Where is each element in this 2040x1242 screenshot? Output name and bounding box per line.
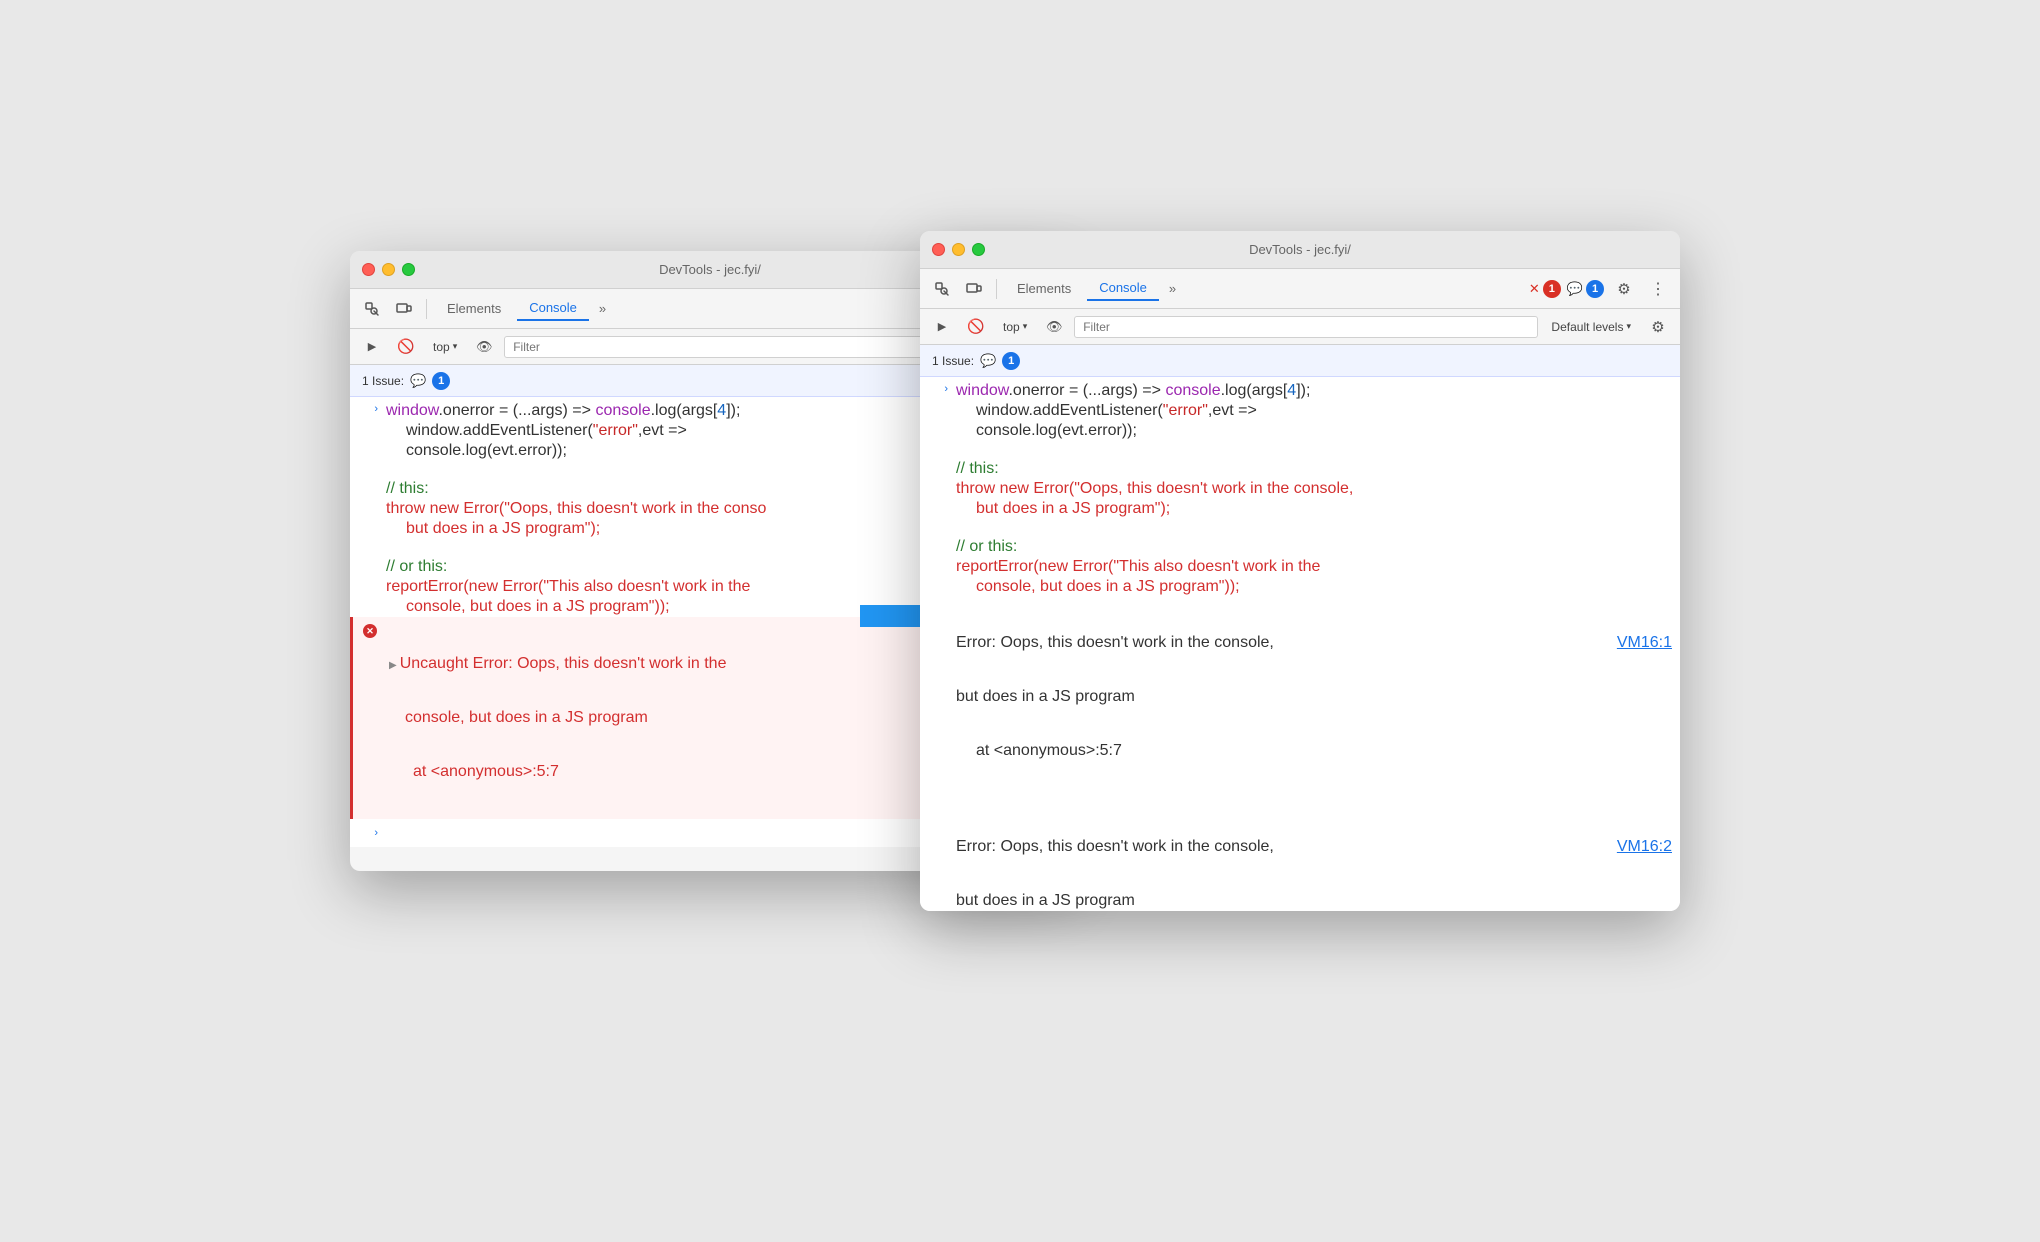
tab-console-front[interactable]: Console — [1087, 276, 1159, 301]
console-body-front: › window.onerror = (...args) => console.… — [920, 377, 1680, 911]
error-count-badge-front: 1 — [1543, 280, 1561, 298]
vm16-1-link[interactable]: VM16:1 — [1617, 634, 1680, 652]
error-badge-group-front: ✕ 1 — [1529, 280, 1561, 298]
console-line-f9: console, but does in a JS program")); — [920, 577, 1680, 597]
close-button[interactable] — [362, 263, 375, 276]
top-dropdown-back[interactable]: top ▾ — [426, 336, 464, 358]
settings-icon-front[interactable]: ⚙ — [1610, 275, 1638, 303]
console-line-f3: console.log(evt.error)); — [920, 421, 1680, 441]
error-x-icon: ✕ — [1529, 281, 1540, 297]
tab-more-front[interactable]: » — [1163, 277, 1182, 300]
filter-input-front[interactable] — [1074, 316, 1538, 338]
error-icon: ✕ — [363, 624, 377, 638]
tab-elements-front[interactable]: Elements — [1005, 277, 1083, 300]
toolbar-separator-front — [996, 279, 997, 299]
window-title-front: DevTools - jec.fyi/ — [1249, 242, 1351, 257]
title-bar-front: DevTools - jec.fyi/ — [920, 231, 1680, 269]
issues-count-badge-front: 1 — [1002, 352, 1020, 370]
console-settings-icon[interactable]: ⚙ — [1644, 313, 1672, 341]
console-line-f5: throw new Error("Oops, this doesn't work… — [920, 479, 1680, 499]
console-line-f1: › window.onerror = (...args) => console.… — [920, 381, 1680, 401]
tab-elements[interactable]: Elements — [435, 297, 513, 320]
eye-icon[interactable]: 👁 — [470, 333, 498, 361]
filter-input-back[interactable] — [504, 336, 962, 358]
issue-icon-back: 💬 — [410, 373, 426, 389]
levels-chevron-front: ▾ — [1626, 321, 1631, 332]
console-line-f4: // this: — [920, 459, 1680, 479]
issues-bar-front: 1 Issue: 💬 1 — [920, 345, 1680, 377]
message-badge-group-front: 💬 1 — [1567, 280, 1604, 298]
top-label-back: top — [433, 340, 450, 354]
more-options-icon[interactable]: ⋮ — [1644, 275, 1672, 303]
issues-label-front: 1 Issue: — [932, 354, 974, 368]
eye-icon-front[interactable]: 👁 — [1040, 313, 1068, 341]
toolbar-right-front: ✕ 1 💬 1 ⚙ ⋮ — [1529, 275, 1672, 303]
vm16-2-link[interactable]: VM16:2 — [1617, 838, 1680, 856]
inspector-icon[interactable] — [358, 295, 386, 323]
message-count-badge-front: 1 — [1586, 280, 1604, 298]
chevron-icon: ▾ — [453, 341, 458, 352]
devtools-window-front: DevTools - jec.fyi/ Elements Console » — [920, 231, 1680, 911]
plain-error-row-1: Error: Oops, this doesn't work in the co… — [920, 597, 1680, 797]
minimize-button[interactable] — [382, 263, 395, 276]
main-toolbar-front: Elements Console » ✕ 1 💬 1 ⚙ ⋮ — [920, 269, 1680, 309]
maximize-button-front[interactable] — [972, 243, 985, 256]
top-label-front: top — [1003, 320, 1020, 334]
spacer-f2 — [920, 519, 1680, 537]
window-title-back: DevTools - jec.fyi/ — [659, 262, 761, 277]
spacer-f1 — [920, 441, 1680, 459]
play-icon[interactable]: ▶ — [358, 333, 386, 361]
levels-label-front: Default levels — [1551, 320, 1623, 334]
message-icon-front: 💬 — [1567, 281, 1583, 297]
device-icon[interactable] — [390, 295, 418, 323]
top-dropdown-front[interactable]: top ▾ — [996, 316, 1034, 338]
block-icon-front[interactable]: 🚫 — [962, 313, 990, 341]
traffic-lights-back — [362, 263, 415, 276]
plain-error-row-2: Error: Oops, this doesn't work in the co… — [920, 801, 1680, 911]
issues-count-badge-back: 1 — [432, 372, 450, 390]
device-icon-front[interactable] — [960, 275, 988, 303]
chevron-icon-front: ▾ — [1023, 321, 1028, 332]
console-line-f8: reportError(new Error("This also doesn't… — [920, 557, 1680, 577]
close-button-front[interactable] — [932, 243, 945, 256]
block-icon[interactable]: 🚫 — [392, 333, 420, 361]
toolbar-separator — [426, 299, 427, 319]
console-line-f7: // or this: — [920, 537, 1680, 557]
play-icon-front[interactable]: ▶ — [928, 313, 956, 341]
console-line-f2: window.addEventListener("error",evt => — [920, 401, 1680, 421]
maximize-button[interactable] — [402, 263, 415, 276]
minimize-button-front[interactable] — [952, 243, 965, 256]
levels-dropdown-front[interactable]: Default levels ▾ — [1544, 316, 1638, 338]
console-toolbar-front: ▶ 🚫 top ▾ 👁 Default levels ▾ ⚙ — [920, 309, 1680, 345]
issues-label-back: 1 Issue: — [362, 374, 404, 388]
tab-more[interactable]: » — [593, 297, 612, 320]
tab-console[interactable]: Console — [517, 296, 589, 321]
console-line-f6: but does in a JS program"); — [920, 499, 1680, 519]
inspector-icon-front[interactable] — [928, 275, 956, 303]
issue-icon-front: 💬 — [980, 353, 996, 369]
traffic-lights-front — [932, 243, 985, 256]
